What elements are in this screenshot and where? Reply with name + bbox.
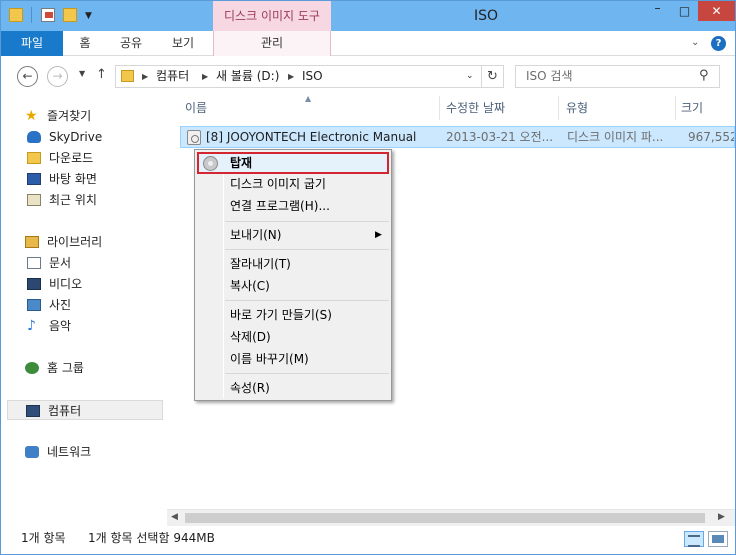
recent-locations-icon[interactable]: ▼ (79, 69, 85, 78)
new-folder-icon[interactable] (63, 8, 77, 22)
folder-icon (121, 70, 134, 82)
menu-separator (225, 221, 389, 222)
table-row[interactable]: [8] JOOYONTECH Electronic Manual 2013-03… (180, 126, 735, 148)
homegroup-icon (25, 362, 39, 374)
star-icon: ★ (25, 108, 38, 124)
menu-item-open-with[interactable]: 연결 프로그램(H)... (197, 195, 389, 217)
column-name[interactable]: 이름 (185, 96, 207, 120)
properties-icon[interactable] (41, 8, 55, 22)
menu-item-rename[interactable]: 이름 바꾸기(M) (197, 348, 389, 370)
menu-item-cut[interactable]: 잘라내기(T) (197, 253, 389, 275)
submenu-arrow-icon: ▶ (375, 230, 382, 240)
library-icon (25, 236, 39, 248)
column-type[interactable]: 유형 (566, 96, 588, 120)
refresh-icon[interactable]: ↻ (481, 66, 503, 87)
menu-item-create-shortcut[interactable]: 바로 가기 만들기(S) (197, 304, 389, 326)
context-tab-title: 디스크 이미지 도구 (213, 1, 331, 31)
menu-item-copy[interactable]: 복사(C) (197, 275, 389, 297)
file-name: [8] JOOYONTECH Electronic Manual (206, 130, 417, 144)
network-icon (25, 446, 39, 458)
chevron-right-icon[interactable]: ▶ (202, 66, 208, 87)
file-type: 디스크 이미지 파... (567, 130, 664, 144)
disc-image-file-icon (187, 130, 201, 145)
up-button[interactable]: ↑ (96, 67, 107, 82)
address-bar[interactable]: ▶ 컴퓨터 ▶ 새 볼륨 (D:) ▶ ISO ⌄ ↻ (115, 65, 504, 88)
customize-toolbar-icon[interactable]: ▼ (85, 11, 92, 21)
menu-item-burn[interactable]: 디스크 이미지 굽기 (197, 173, 389, 195)
video-icon (27, 278, 41, 290)
menu-separator (225, 249, 389, 250)
forward-button[interactable]: → (47, 66, 68, 87)
desktop-icon (27, 173, 41, 185)
close-button[interactable]: ✕ (698, 1, 735, 21)
breadcrumb-volume[interactable]: 새 볼륨 (D:) (216, 66, 279, 87)
chevron-right-icon[interactable]: ▶ (288, 66, 294, 87)
tab-share[interactable]: 공유 (113, 31, 149, 56)
explorer-window: ▼ 디스크 이미지 도구 ISO – □ ✕ 파일 홈 공유 보기 관리 ⌄ ?… (0, 0, 736, 555)
menu-separator (225, 300, 389, 301)
menu-separator (225, 373, 389, 374)
menu-item-properties[interactable]: 속성(R) (197, 377, 389, 399)
item-count: 1개 항목 (21, 531, 66, 545)
sort-ascending-icon: ▲ (305, 94, 312, 103)
recent-places-icon (27, 194, 41, 206)
navigation-pane: ★ 즐겨찾기 SkyDrive 다운로드 바탕 화면 최근 위치 라이브러리 문서… (1, 96, 167, 524)
column-divider[interactable] (675, 96, 676, 120)
tab-manage[interactable]: 관리 (213, 31, 331, 56)
window-title: ISO (473, 8, 499, 24)
breadcrumb-iso[interactable]: ISO (302, 66, 323, 87)
column-date[interactable]: 수정한 날짜 (446, 96, 505, 120)
expand-ribbon-icon[interactable]: ⌄ (691, 37, 699, 48)
scroll-left-icon[interactable]: ◀ (171, 512, 178, 522)
tab-file[interactable]: 파일 (1, 31, 63, 56)
menu-item-mount[interactable]: 탑재 (197, 152, 389, 174)
title-bar: ▼ 디스크 이미지 도구 ISO – □ ✕ (1, 1, 735, 31)
tab-view[interactable]: 보기 (164, 31, 202, 56)
address-dropdown-icon[interactable]: ⌄ (466, 66, 474, 87)
file-date: 2013-03-21 오전... (446, 130, 554, 144)
horizontal-scrollbar[interactable]: ◀ ▶ (167, 509, 735, 526)
status-bar: 1개 항목 1개 항목 선택함 944MB (1, 526, 735, 554)
minimize-button[interactable]: – (644, 1, 671, 21)
ribbon: 파일 홈 공유 보기 관리 ⌄ ? (1, 31, 735, 56)
details-view-icon[interactable] (684, 531, 704, 547)
large-icons-view-icon[interactable] (708, 531, 728, 547)
file-size: 967,552 (688, 130, 734, 144)
search-placeholder: ISO 검색 (526, 69, 573, 83)
search-input[interactable]: ISO 검색 ⚲ (515, 65, 720, 88)
context-menu: 탑재 디스크 이미지 굽기 연결 프로그램(H)... 보내기(N) ▶ 잘라내기… (194, 149, 392, 401)
download-folder-icon (27, 152, 41, 164)
column-size[interactable]: 크기 (681, 96, 703, 120)
toolbar-divider (31, 7, 32, 23)
menu-item-delete[interactable]: 삭제(D) (197, 326, 389, 348)
disc-icon (203, 156, 218, 171)
folder-icon[interactable] (9, 8, 23, 22)
nav-computer[interactable]: 컴퓨터 (7, 400, 163, 420)
column-divider[interactable] (439, 96, 440, 120)
scrollbar-thumb[interactable] (185, 513, 705, 523)
music-icon: ♪ (27, 318, 36, 334)
address-toolbar: ← → ▼ ↑ ▶ 컴퓨터 ▶ 새 볼륨 (D:) ▶ ISO ⌄ ↻ ISO … (1, 56, 735, 96)
computer-icon (26, 405, 40, 417)
document-icon (27, 257, 41, 269)
cloud-icon (27, 131, 41, 143)
menu-item-send-to[interactable]: 보내기(N) ▶ (197, 224, 389, 246)
search-icon[interactable]: ⚲ (699, 68, 709, 83)
column-divider[interactable] (558, 96, 559, 120)
breadcrumb-computer[interactable]: 컴퓨터 (156, 66, 189, 87)
maximize-button[interactable]: □ (671, 1, 698, 21)
chevron-right-icon[interactable]: ▶ (142, 66, 148, 87)
selection-info: 1개 항목 선택함 944MB (88, 531, 215, 545)
back-button[interactable]: ← (17, 66, 38, 87)
help-icon[interactable]: ? (711, 36, 726, 51)
picture-icon (27, 299, 41, 311)
tab-home[interactable]: 홈 (71, 31, 99, 56)
scroll-right-icon[interactable]: ▶ (718, 512, 725, 522)
